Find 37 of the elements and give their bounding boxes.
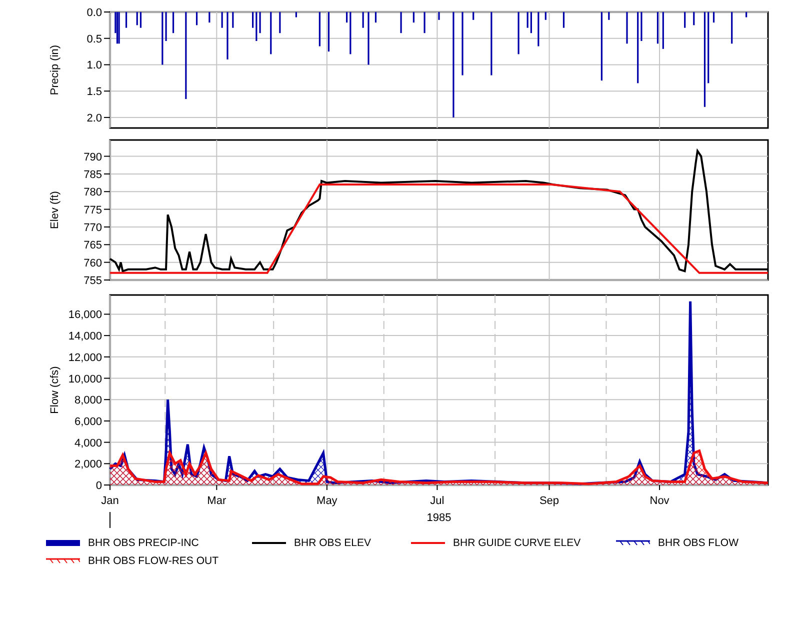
axis-tick-label: 755 [84,275,102,287]
axis-tick-label: 0 [96,480,102,492]
axis-tick-label: 765 [84,240,102,252]
axis-tick-label: 770 [84,222,102,234]
axis-tick-label: 14,000 [68,330,102,343]
axis-tick-label: 0.0 [86,7,102,19]
axis-tick-label: Mar [207,495,226,507]
axis-tick-label: Sep [539,495,560,507]
axis-label: 1985 [426,512,452,524]
axis-title: Elev (ft) [49,191,61,229]
legend-label: BHR OBS PRECIP-INC [88,537,199,549]
legend-label: BHR OBS FLOW [658,537,739,549]
axis-tick-label: 760 [84,257,102,270]
legend-label: BHR GUIDE CURVE ELEV [453,537,581,549]
axis-tick-label: 10,000 [68,373,102,386]
axis-tick-label: 6,000 [74,416,102,428]
axis-tick-label: 1.0 [86,60,102,72]
axis-tick-label: Nov [650,495,670,507]
axis-tick-label: 785 [84,168,102,181]
axis-tick-label: May [316,495,338,507]
axis-tick-label: 780 [84,186,102,199]
axis-tick-label: 1.5 [86,86,102,98]
axis-tick-label: 12,000 [68,352,102,364]
legend-label: BHR OBS ELEV [294,537,372,549]
axis-tick-label: Jan [101,495,119,507]
axis-tick-label: 0.5 [86,33,102,46]
axis-tick-label: 16,000 [68,309,102,322]
axis-tick-label: 775 [84,204,102,216]
axis-tick-label: 2,000 [74,458,102,471]
legend-label: BHR OBS FLOW-RES OUT [88,555,218,567]
axis-title: Precip (in) [49,44,61,96]
axis-tick-label: 2.0 [86,112,102,124]
axis-tick-label: Jul [430,495,444,507]
axis-tick-label: 4,000 [74,437,102,450]
axis-title: Flow (cfs) [49,366,61,414]
axis-tick-label: 790 [84,151,102,164]
axis-tick-label: 8,000 [74,394,102,407]
